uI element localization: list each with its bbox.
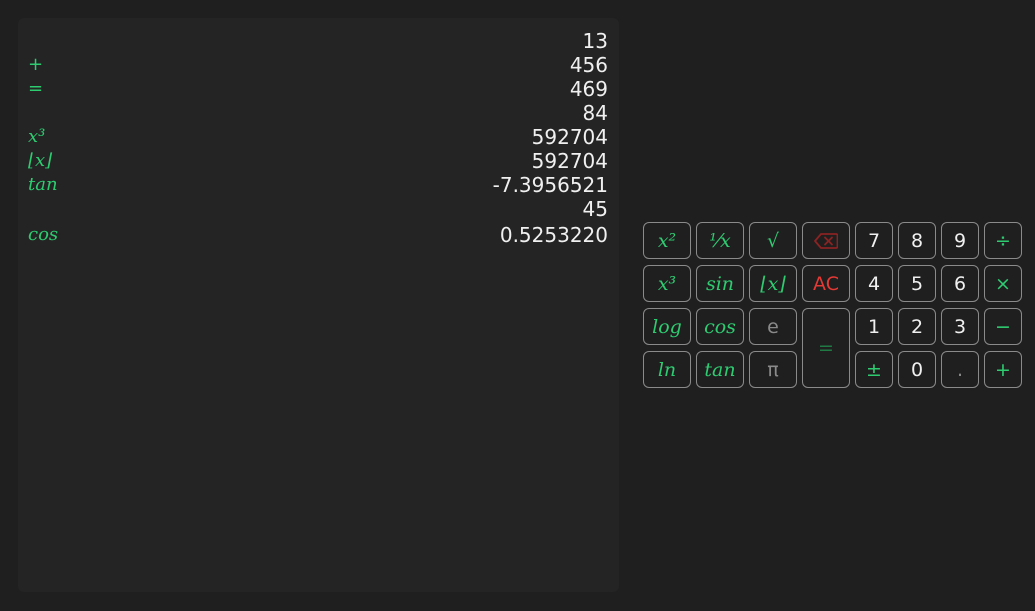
tape-row: 45: [18, 197, 619, 221]
equals-button[interactable]: =: [802, 308, 850, 388]
tape-row: 84: [18, 101, 619, 125]
pi-constant-button[interactable]: π: [749, 351, 797, 388]
clear-button[interactable]: AC: [802, 265, 850, 302]
reciprocal-button[interactable]: ¹⁄x: [696, 222, 744, 259]
tape-row: tan -7.3956521: [18, 173, 619, 197]
tape-operator: cos: [28, 224, 59, 245]
tape-row: x³ 592704: [18, 125, 619, 149]
square-button[interactable]: x²: [643, 222, 691, 259]
cos-button[interactable]: cos: [696, 308, 744, 345]
digit-9-button[interactable]: 9: [941, 222, 979, 259]
tape-value: 592704: [531, 125, 608, 149]
sqrt-button[interactable]: √: [749, 222, 797, 259]
ln-button[interactable]: ln: [643, 351, 691, 388]
tape-row: 13: [18, 29, 619, 53]
tape-operator: +: [28, 54, 44, 75]
tape-operator: x³: [28, 126, 46, 147]
backspace-button[interactable]: [802, 222, 850, 259]
tape-value: -7.3956521: [492, 173, 608, 197]
sin-button[interactable]: sin: [696, 265, 744, 302]
tape-operator: =: [28, 78, 44, 99]
digit-8-button[interactable]: 8: [898, 222, 936, 259]
tan-button[interactable]: tan: [696, 351, 744, 388]
e-constant-button[interactable]: e: [749, 308, 797, 345]
tape-value: 45: [582, 197, 608, 221]
digit-5-button[interactable]: 5: [898, 265, 936, 302]
divide-button[interactable]: ÷: [984, 222, 1022, 259]
tape-value: 592704: [531, 149, 608, 173]
digit-1-button[interactable]: 1: [855, 308, 893, 345]
digit-2-button[interactable]: 2: [898, 308, 936, 345]
multiply-button[interactable]: ×: [984, 265, 1022, 302]
plus-minus-button[interactable]: ±: [855, 351, 893, 388]
tape-value: 0.5253220: [499, 223, 608, 247]
plus-button[interactable]: +: [984, 351, 1022, 388]
digit-7-button[interactable]: 7: [855, 222, 893, 259]
tape-row: ⌊x⌋ 592704: [18, 149, 619, 173]
tape-value: 13: [582, 29, 608, 53]
tape-value: 456: [569, 53, 608, 77]
tape-row: cos 0.5253220: [18, 223, 619, 247]
log-button[interactable]: log: [643, 308, 691, 345]
cube-button[interactable]: x³: [643, 265, 691, 302]
history-tape: 13 + 456 = 469 84 x³ 592704 ⌊x⌋ 592704 t…: [18, 18, 619, 592]
tape-row: = 469: [18, 77, 619, 101]
tape-value: 84: [582, 101, 608, 125]
minus-button[interactable]: −: [984, 308, 1022, 345]
backspace-icon: [814, 232, 838, 249]
digit-3-button[interactable]: 3: [941, 308, 979, 345]
tape-row: + 456: [18, 53, 619, 77]
decimal-button[interactable]: .: [941, 351, 979, 388]
floor-button[interactable]: ⌊x⌋: [749, 265, 797, 302]
digit-4-button[interactable]: 4: [855, 265, 893, 302]
tape-operator: tan: [28, 174, 58, 195]
keypad: x² ¹⁄x √ 7 8 9 ÷ x³ sin ⌊x⌋ AC 4 5 6 × l…: [643, 222, 1023, 390]
tape-operator: ⌊x⌋: [28, 150, 53, 171]
digit-6-button[interactable]: 6: [941, 265, 979, 302]
digit-0-button[interactable]: 0: [898, 351, 936, 388]
tape-value: 469: [569, 77, 608, 101]
